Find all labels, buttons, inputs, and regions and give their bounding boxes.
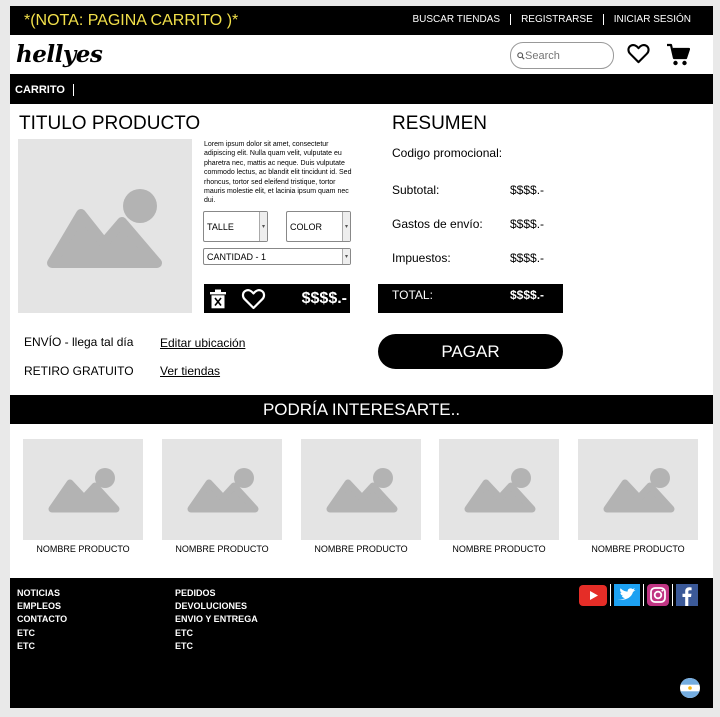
breadcrumb-carrito[interactable]: CARRITO — [15, 84, 74, 96]
recommended-product-card[interactable]: NOMBRE PRODUCTO — [439, 439, 559, 554]
chevron-down-icon: ▾ — [259, 212, 267, 241]
product-image-placeholder — [301, 439, 421, 540]
image-placeholder-icon — [48, 468, 120, 513]
breadcrumb-bar: CARRITO — [10, 74, 713, 104]
shipping-cost-value: $$$$.- — [510, 217, 545, 231]
quantity-select-label: CANTIDAD - 1 — [207, 251, 267, 262]
product-image-placeholder — [578, 439, 698, 540]
trash-icon[interactable] — [209, 289, 227, 309]
subtotal-label: Subtotal: — [392, 183, 440, 197]
image-placeholder-icon — [326, 468, 398, 513]
product-name: NOMBRE PRODUCTO — [314, 544, 408, 554]
favorites-heart-icon[interactable] — [627, 43, 650, 64]
footer-column-2: PEDIDOS DEVOLUCIONES ENVIO Y ENTREGA ETC… — [175, 587, 258, 653]
size-select-label: TALLE — [207, 221, 234, 232]
shipping-label: ENVÍO - llega tal día — [24, 335, 134, 349]
chevron-down-icon: ▾ — [342, 212, 350, 241]
footer-link-pedidos[interactable]: PEDIDOS — [175, 587, 258, 600]
footer-link-devoluciones[interactable]: DEVOLUCIONES — [175, 600, 258, 613]
quantity-select[interactable]: CANTIDAD - 1 ▾ — [203, 248, 351, 265]
cart-icon[interactable] — [666, 43, 690, 67]
footer-column-1: NOTICIAS EMPLEOS CONTACTO ETC ETC — [17, 587, 67, 653]
search-input[interactable] — [525, 49, 605, 62]
pay-button[interactable]: PAGAR — [378, 334, 563, 369]
footer-link-etc[interactable]: ETC — [17, 627, 67, 640]
top-links: BUSCAR TIENDAS REGISTRARSE INICIAR SESIÓ… — [402, 14, 701, 25]
image-placeholder-icon — [603, 468, 675, 513]
footer-link-etc[interactable]: ETC — [175, 640, 258, 653]
tax-label: Impuestos: — [392, 251, 451, 265]
total-value: $$$$.- — [510, 288, 545, 302]
subtotal-value: $$$$.- — [510, 183, 545, 197]
argentina-flag-icon[interactable] — [680, 678, 700, 698]
footer-link-etc[interactable]: ETC — [17, 640, 67, 653]
promo-code-label[interactable]: Codigo promocional: — [392, 146, 502, 160]
recommended-product-card[interactable]: NOMBRE PRODUCTO — [578, 439, 698, 554]
link-registrarse[interactable]: REGISTRARSE — [510, 14, 603, 25]
page-frame: *(NOTA: PAGINA CARRITO )* BUSCAR TIENDAS… — [10, 6, 713, 708]
recommended-product-card[interactable]: NOMBRE PRODUCTO — [162, 439, 282, 554]
view-stores-link[interactable]: Ver tiendas — [160, 364, 220, 378]
tax-value: $$$$.- — [510, 251, 545, 265]
logo[interactable]: hellyes — [16, 41, 103, 68]
image-placeholder-icon — [47, 189, 162, 268]
recommended-product-card[interactable]: NOMBRE PRODUCTO — [23, 439, 143, 554]
recommendations-title: PODRÍA INTERESARTE.. — [10, 395, 713, 424]
product-title: TITULO PRODUCTO — [19, 113, 201, 134]
twitter-icon[interactable] — [610, 584, 643, 606]
site-footer: NOTICIAS EMPLEOS CONTACTO ETC ETC PEDIDO… — [10, 578, 713, 708]
summary-title: RESUMEN — [392, 113, 488, 134]
page-note: *(NOTA: PAGINA CARRITO )* — [24, 12, 239, 29]
total-label: TOTAL: — [392, 288, 433, 302]
edit-location-link[interactable]: Editar ubicación — [160, 336, 245, 350]
image-placeholder-icon — [464, 468, 536, 513]
recommended-product-card[interactable]: NOMBRE PRODUCTO — [301, 439, 421, 554]
footer-link-empleos[interactable]: EMPLEOS — [17, 600, 67, 613]
link-buscar-tiendas[interactable]: BUSCAR TIENDAS — [402, 14, 510, 25]
product-name: NOMBRE PRODUCTO — [452, 544, 546, 554]
color-select-label: COLOR — [290, 221, 323, 232]
social-icons — [576, 584, 701, 606]
footer-link-envio-entrega[interactable]: ENVIO Y ENTREGA — [175, 613, 258, 626]
chevron-down-icon: ▾ — [342, 249, 350, 264]
favorite-heart-icon[interactable] — [241, 288, 266, 310]
footer-link-etc[interactable]: ETC — [175, 627, 258, 640]
instagram-icon[interactable] — [643, 584, 672, 606]
product-price: $$$$.- — [301, 290, 347, 307]
product-image-placeholder — [23, 439, 143, 540]
product-name: NOMBRE PRODUCTO — [591, 544, 685, 554]
image-placeholder-icon — [187, 468, 259, 513]
size-select[interactable]: TALLE ▾ — [203, 211, 268, 242]
total-bar: TOTAL: $$$$.- — [378, 284, 563, 313]
top-bar: *(NOTA: PAGINA CARRITO )* BUSCAR TIENDAS… — [10, 6, 713, 35]
link-iniciar-sesion[interactable]: INICIAR SESIÓN — [602, 14, 701, 25]
product-name: NOMBRE PRODUCTO — [36, 544, 130, 554]
site-header: hellyes — [10, 35, 713, 74]
product-name: NOMBRE PRODUCTO — [175, 544, 269, 554]
product-description: Lorem ipsum dolor sit amet, consectetur … — [204, 141, 352, 205]
footer-link-noticias[interactable]: NOTICIAS — [17, 587, 67, 600]
product-image-placeholder — [18, 139, 192, 313]
youtube-icon[interactable] — [576, 584, 610, 606]
facebook-icon[interactable] — [672, 584, 701, 606]
product-image-placeholder — [439, 439, 559, 540]
footer-link-contacto[interactable]: CONTACTO — [17, 613, 67, 626]
pickup-label: RETIRO GRATUITO — [24, 364, 134, 378]
product-image-placeholder — [162, 439, 282, 540]
shipping-cost-label: Gastos de envío: — [392, 217, 483, 231]
product-action-bar: $$$$.- — [204, 284, 350, 313]
search-box[interactable] — [510, 42, 614, 69]
search-icon — [517, 51, 525, 60]
color-select[interactable]: COLOR ▾ — [286, 211, 351, 242]
